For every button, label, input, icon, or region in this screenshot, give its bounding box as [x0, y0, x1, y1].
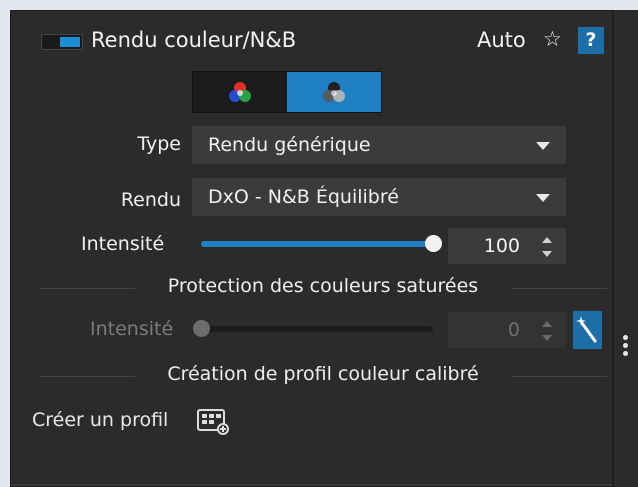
- chevron-down-icon: [536, 194, 550, 202]
- more-options-icon[interactable]: [623, 335, 629, 359]
- calibrated-profile-heading: Création de profil couleur calibré: [167, 363, 479, 385]
- panel-bottom-divider: [11, 484, 612, 486]
- create-profile-label: Créer un profil: [32, 409, 169, 431]
- chevron-down-icon: [536, 142, 550, 150]
- stepper-arrows-icon[interactable]: [542, 318, 554, 344]
- help-button[interactable]: ?: [578, 27, 604, 54]
- saturated-intensity-label: Intensité: [90, 318, 174, 340]
- saturated-protection-heading: Protection des couleurs saturées: [167, 275, 479, 297]
- panel-header: Rendu couleur/N&B Auto ☆ ?: [11, 11, 612, 69]
- star-icon[interactable]: ☆: [543, 27, 562, 51]
- calibrated-profile-section: Création de profil couleur calibré: [39, 363, 607, 389]
- rendu-label: Rendu: [120, 189, 181, 211]
- type-label: Type: [137, 133, 181, 155]
- intensity-slider-thumb[interactable]: [425, 235, 442, 252]
- stepper-arrows-icon[interactable]: [542, 234, 554, 260]
- panel-title: Rendu couleur/N&B: [91, 28, 297, 52]
- saturated-intensity-slider[interactable]: [193, 320, 433, 337]
- rendu-dropdown-value: DxO - N&B Équilibré: [208, 186, 399, 208]
- create-profile-icon[interactable]: [196, 407, 230, 437]
- saturated-protection-section: Protection des couleurs saturées: [39, 275, 607, 301]
- auto-button[interactable]: Auto: [477, 28, 526, 52]
- intensity-label: Intensité: [81, 233, 165, 255]
- intensity-slider[interactable]: [201, 235, 442, 252]
- rendu-dropdown[interactable]: DxO - N&B Équilibré: [191, 177, 567, 217]
- saturated-slider-thumb[interactable]: [193, 320, 210, 337]
- color-mode-icon: [229, 82, 251, 102]
- monochrome-mode-button[interactable]: [287, 72, 381, 112]
- saturated-intensity-value: 0: [507, 319, 520, 341]
- color-rendering-panel: Rendu couleur/N&B Auto ☆ ? Type Rendu gé…: [10, 10, 613, 487]
- panel-enable-toggle[interactable]: [41, 34, 83, 50]
- mode-segmented-control: [192, 71, 382, 113]
- type-dropdown-value: Rendu générique: [208, 134, 371, 156]
- magic-wand-icon[interactable]: [573, 311, 602, 349]
- toggle-knob: [60, 37, 80, 47]
- intensity-stepper[interactable]: 100: [447, 227, 567, 265]
- type-dropdown[interactable]: Rendu générique: [191, 125, 567, 165]
- monochrome-mode-icon: [323, 82, 345, 102]
- panel-side-strip: [613, 10, 638, 487]
- saturated-intensity-stepper[interactable]: 0: [447, 311, 567, 349]
- intensity-slider-fill: [201, 241, 433, 247]
- color-mode-button[interactable]: [193, 72, 287, 112]
- intensity-value: 100: [483, 235, 520, 257]
